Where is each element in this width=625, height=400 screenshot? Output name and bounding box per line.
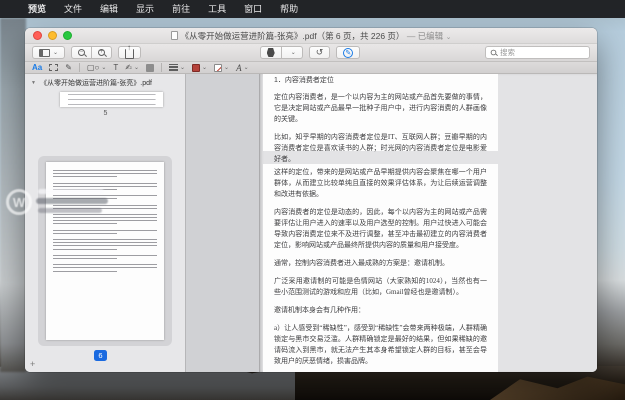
- border-color-button[interactable]: ⌄: [192, 64, 207, 72]
- search-input[interactable]: [500, 48, 580, 57]
- chevron-down-icon: ⌄: [53, 49, 58, 56]
- chevron-down-icon: ⌄: [202, 64, 207, 71]
- toolbar: ⌄ − + ⌄ ↺ ✎: [25, 44, 597, 62]
- share-button[interactable]: [118, 46, 141, 59]
- sidebar-file-row[interactable]: ▼ 《从零开始做运营进阶篇-张亮》.pdf: [25, 74, 185, 90]
- window-title: 《从零开始做运营进阶篇-张亮》.pdf（第 6 页，共 226 页） — 已编辑…: [25, 30, 597, 42]
- menu-item-tools[interactable]: 工具: [199, 0, 235, 18]
- divider: [161, 63, 162, 72]
- markup-pencil-icon: ✎: [343, 48, 353, 58]
- fill-color-swatch: [214, 64, 222, 72]
- rect-selection-tool[interactable]: [49, 64, 58, 71]
- line-weight-icon: [169, 64, 178, 72]
- markup-toolbar-toggle[interactable]: ✎: [336, 46, 360, 59]
- wallpaper-left-blur: [0, 18, 26, 372]
- text-selection-tool[interactable]: Aa: [32, 63, 42, 72]
- title-chevron-icon[interactable]: ⌄: [446, 34, 452, 41]
- note-icon: [146, 64, 154, 72]
- pdf-view[interactable]: 1．内容消费者定位 定位内容消费者，是一个以内容为主的网站或产品首先要做的事情，…: [186, 74, 597, 372]
- divider: [79, 63, 80, 72]
- menu-item-edit[interactable]: 编辑: [91, 0, 127, 18]
- paragraph: 这样的定位，带来的是网站或产品早期提供内容会聚焦在哪一个用户群体，从而建立比较单…: [274, 167, 487, 200]
- text-style-button[interactable]: A⌄: [236, 63, 249, 73]
- menu-item-preview[interactable]: 预览: [19, 0, 55, 18]
- text-style-icon: A: [236, 63, 242, 73]
- search-field[interactable]: [485, 46, 590, 59]
- menu-item-view[interactable]: 显示: [127, 0, 163, 18]
- zoom-in-button[interactable]: +: [92, 46, 112, 59]
- text-block: 这样的定位，带来的是网站或产品早期提供内容会聚焦在哪一个用户群体，从而建立比较单…: [263, 164, 498, 372]
- chevron-down-icon: ⌄: [134, 64, 139, 71]
- sidebar-filename: 《从零开始做运营进阶篇-张亮》.pdf: [40, 78, 152, 88]
- markup-toolbar: Aa ✎ ▢○⌄ T ✍⌄ ⌄ ⌄ ⌄ A⌄: [25, 62, 597, 74]
- signature-icon: ✍: [125, 63, 132, 72]
- paragraph: 比如，知乎早期的内容消费者定位是IT、互联网人群；豆瓣早期的内容消费者定位是喜欢…: [274, 132, 487, 165]
- zoom-in-icon: +: [98, 49, 105, 56]
- paragraph: 广泛采用邀请制的可能是色情网站（大家熟知的1024），当然也有一些小范围测试的游…: [274, 276, 487, 298]
- highlighter-icon: [267, 48, 275, 57]
- add-page-icon[interactable]: +: [30, 359, 35, 369]
- page-5-label: 5: [25, 110, 186, 117]
- sketch-tool[interactable]: ✎: [65, 63, 72, 72]
- menu-item-go[interactable]: 前往: [163, 0, 199, 18]
- menu-item-help[interactable]: 帮助: [271, 0, 307, 18]
- zoom-out-button[interactable]: −: [71, 46, 92, 59]
- text-block: 1．内容消费者定位 定位内容消费者，是一个以内容为主的网站或产品首先要做的事情，…: [263, 74, 498, 151]
- menu-item-file[interactable]: 文件: [55, 0, 91, 18]
- view-menu-button[interactable]: ⌄: [32, 46, 65, 59]
- page-6-thumbnail[interactable]: [46, 162, 164, 340]
- page-6-badge: 6: [94, 350, 107, 361]
- edited-label[interactable]: — 已编辑: [407, 31, 443, 41]
- thumbnail-sidebar: ▼ 《从零开始做运营进阶篇-张亮》.pdf 5 6: [25, 74, 186, 372]
- paragraph: a）让人感受到“稀缺性”，感受到“稀缺性”会带来两种极端，人群精确锁定与黑市交易…: [274, 323, 487, 367]
- rotate-icon: ↺: [316, 47, 324, 58]
- highlight-menu-button[interactable]: ⌄: [282, 46, 303, 59]
- paragraph: 通常，控制内容消费者进入最成熟的方案是：邀请机制。: [274, 258, 487, 269]
- zoom-out-icon: −: [78, 49, 85, 56]
- preview-window: 《从零开始做运营进阶篇-张亮》.pdf（第 6 页，共 226 页） — 已编辑…: [25, 28, 597, 372]
- paragraph: 定位内容消费者，是一个以内容为主的网站或产品首先要做的事情，它是决定网站或产品最…: [274, 92, 487, 125]
- search-icon: [491, 50, 497, 56]
- document-icon: [171, 31, 178, 40]
- border-color-swatch: [192, 64, 200, 72]
- menu-item-window[interactable]: 窗口: [235, 0, 271, 18]
- disclosure-triangle-icon[interactable]: ▼: [31, 80, 36, 86]
- menu-bar: 预览 文件 编辑 显示 前往 工具 窗口 帮助: [0, 0, 625, 18]
- chevron-down-icon: ⌄: [244, 64, 249, 71]
- chevron-down-icon: ⌄: [180, 64, 185, 71]
- paragraph: 内容消费者的定位是动态的，因此，每个以内容为主的网站或产品需要评估让用户进入的速…: [274, 207, 487, 251]
- text-box-tool[interactable]: T: [113, 63, 118, 72]
- sidebar-view-icon: [39, 49, 50, 57]
- highlight-group: ⌄: [260, 46, 303, 59]
- chevron-down-icon: ⌄: [291, 49, 296, 56]
- window-title-text: 《从零开始做运营进阶篇-张亮》.pdf（第 6 页，共 226 页）: [181, 31, 405, 41]
- pdf-page: 1．内容消费者定位 定位内容消费者，是一个以内容为主的网站或产品首先要做的事情，…: [259, 74, 597, 372]
- chevron-down-icon: ⌄: [101, 64, 106, 71]
- window-content: ▼ 《从零开始做运营进阶篇-张亮》.pdf 5 6: [25, 74, 597, 372]
- note-tool[interactable]: [146, 64, 154, 72]
- shape-style-button[interactable]: ⌄: [169, 64, 185, 72]
- paragraph: 邀请机制本身会有几种作用：: [274, 305, 487, 316]
- selection-rect-icon: [49, 64, 58, 71]
- share-icon: [125, 49, 134, 59]
- zoom-group: − +: [71, 46, 112, 59]
- fill-color-button[interactable]: ⌄: [214, 64, 229, 72]
- title-bar[interactable]: 《从零开始做运营进阶篇-张亮》.pdf（第 6 页，共 226 页） — 已编辑…: [25, 28, 597, 44]
- shapes-icon: ▢○: [87, 63, 99, 72]
- desktop: 预览 文件 编辑 显示 前往 工具 窗口 帮助 《从零开始做运营进阶篇-张亮》.…: [0, 0, 625, 400]
- page-5-thumbnail[interactable]: [60, 92, 163, 107]
- section-heading: 1．内容消费者定位: [274, 75, 487, 85]
- rotate-button[interactable]: ↺: [309, 46, 331, 59]
- shapes-tool[interactable]: ▢○⌄: [87, 63, 106, 72]
- highlight-button[interactable]: [260, 46, 282, 59]
- sign-tool[interactable]: ✍⌄: [125, 63, 139, 72]
- chevron-down-icon: ⌄: [224, 64, 229, 71]
